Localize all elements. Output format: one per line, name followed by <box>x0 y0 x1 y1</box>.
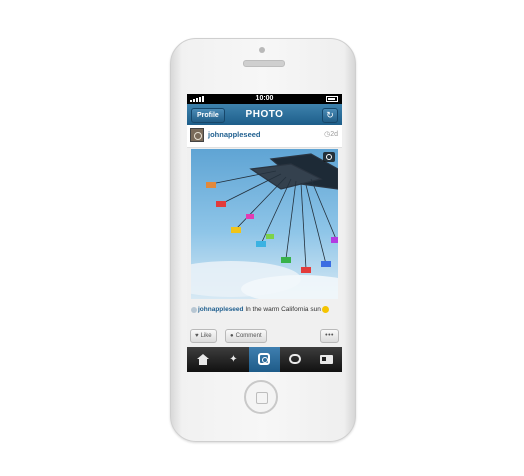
tab-activity[interactable] <box>280 347 311 372</box>
camera-icon <box>258 353 270 365</box>
comment-button[interactable]: ● Comment <box>225 329 267 343</box>
tab-explore[interactable]: ✦ <box>218 347 249 372</box>
post-username[interactable]: johnappleseed <box>208 130 261 139</box>
speech-bubble-icon: ● <box>230 333 234 339</box>
post-caption: johnappleseed In the warm California sun <box>191 306 339 318</box>
status-time: 10:00 <box>255 95 274 102</box>
comment-label: Comment <box>235 333 262 339</box>
smiley-emoji-icon <box>321 306 329 313</box>
tab-profile[interactable] <box>311 347 342 372</box>
post-photo[interactable] <box>191 149 338 299</box>
page-title: PHOTO <box>245 109 284 120</box>
avatar[interactable] <box>190 128 204 142</box>
profile-card-icon <box>320 355 333 364</box>
refresh-button[interactable]: ↻ <box>322 108 338 123</box>
explore-icon: ✦ <box>229 354 238 365</box>
photo-swing-ride <box>191 153 338 299</box>
comment-bubble-icon <box>191 306 197 313</box>
post-timestamp: ◷2d <box>324 130 338 138</box>
phone-frame: 10:00 Profile PHOTO ↻ johnappleseed ◷2d <box>170 38 356 442</box>
front-camera <box>259 47 265 53</box>
caption-text: In the warm California sun <box>243 306 321 314</box>
activity-icon <box>289 354 301 364</box>
screen: 10:00 Profile PHOTO ↻ johnappleseed ◷2d <box>187 94 342 372</box>
status-bar: 10:00 <box>187 94 342 104</box>
tab-camera[interactable] <box>249 347 280 372</box>
home-button[interactable] <box>244 380 278 414</box>
more-label: ••• <box>325 332 334 339</box>
refresh-icon: ↻ <box>326 110 334 120</box>
more-options-button[interactable]: ••• <box>320 329 339 343</box>
camera-icon <box>323 152 335 162</box>
timestamp-text: 2d <box>330 131 338 138</box>
home-square-icon <box>256 392 268 404</box>
like-label: Like <box>200 333 212 339</box>
nav-bar: Profile PHOTO ↻ <box>187 104 342 125</box>
like-button[interactable]: ♥ Like <box>190 329 217 343</box>
post-actions: ♥ Like ● Comment ••• <box>187 329 342 343</box>
post-header: johnappleseed ◷2d <box>187 125 342 148</box>
caption-username[interactable]: johnappleseed <box>198 306 244 313</box>
earpiece-speaker <box>243 60 285 67</box>
battery-icon <box>326 96 338 102</box>
heart-icon: ♥ <box>195 333 199 339</box>
tab-bar: ✦ <box>187 347 342 372</box>
tab-home[interactable] <box>187 347 218 372</box>
